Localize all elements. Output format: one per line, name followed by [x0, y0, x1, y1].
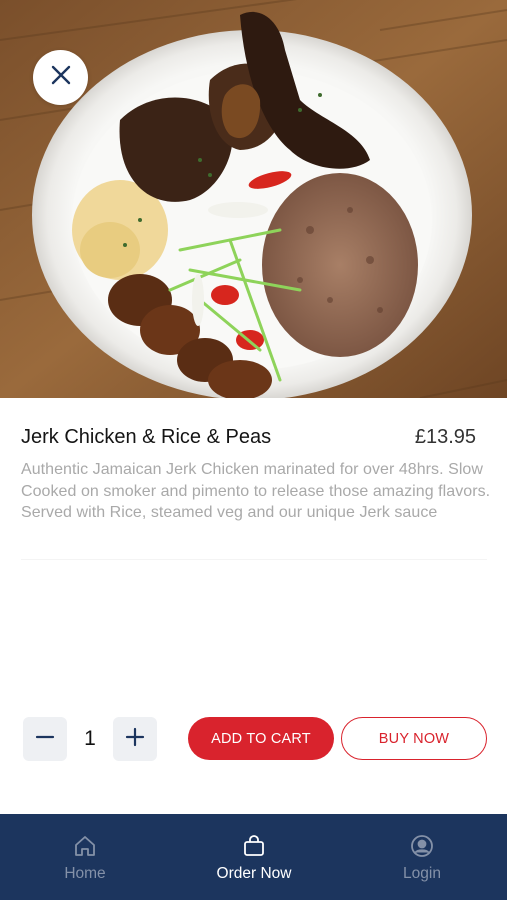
divider — [21, 559, 487, 560]
quantity-value: 1 — [84, 727, 96, 750]
quantity-decrease-button[interactable] — [23, 717, 67, 761]
user-circle-icon — [410, 834, 434, 858]
quantity-increase-button[interactable] — [113, 717, 157, 761]
plus-icon — [125, 727, 145, 752]
close-icon — [50, 64, 72, 91]
product-price: £13.95 — [414, 426, 476, 448]
minus-icon — [35, 727, 55, 752]
product-header: Jerk Chicken & Rice & Peas £13.95 — [21, 424, 476, 450]
add-to-cart-button[interactable]: ADD TO CART — [188, 717, 334, 760]
shopping-bag-icon — [242, 834, 266, 858]
product-name: Jerk Chicken & Rice & Peas — [21, 426, 272, 448]
tab-home[interactable]: Home — [35, 814, 135, 900]
tab-login-label: Login — [403, 865, 441, 882]
buy-now-button[interactable]: BUY NOW — [341, 717, 487, 760]
tab-order-now-label: Order Now — [216, 865, 292, 882]
bottom-tab-bar: Home Order Now Login — [0, 814, 507, 900]
tab-login[interactable]: Login — [372, 814, 472, 900]
home-icon — [73, 834, 97, 858]
close-button[interactable] — [33, 50, 88, 105]
tab-home-label: Home — [64, 865, 106, 882]
tab-order-now[interactable]: Order Now — [194, 814, 314, 900]
product-description: Authentic Jamaican Jerk Chicken marinate… — [21, 461, 491, 521]
